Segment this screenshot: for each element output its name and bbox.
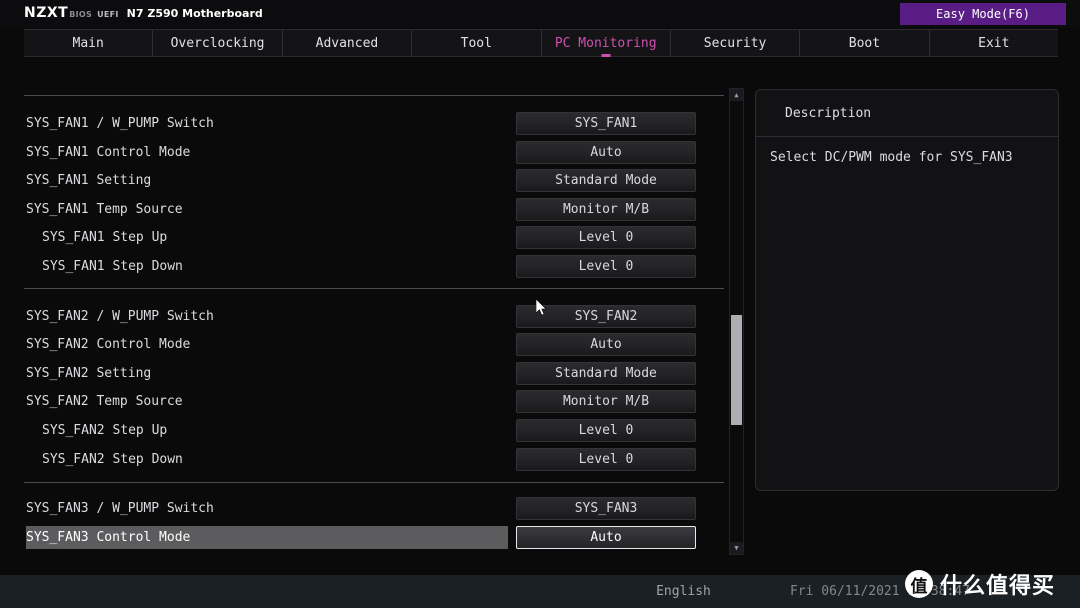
- settings-row[interactable]: SYS_FAN2 Setting Standard Mode: [0, 360, 725, 387]
- triangle-up-icon[interactable]: ▲: [730, 89, 743, 101]
- watermark-text: 什么值得买: [940, 574, 1056, 599]
- settings-row[interactable]: SYS_FAN1 Step Up Level 0: [0, 224, 725, 251]
- brand-logo: NZXT BIOS UEFI N7 Z590 Motherboard: [24, 5, 263, 21]
- tab-security[interactable]: Security: [671, 30, 801, 56]
- section-divider-bottom: [24, 482, 724, 483]
- settings-row[interactable]: SYS_FAN2 / W_PUMP Switch SYS_FAN2: [0, 303, 725, 330]
- description-text: Select DC/PWM mode for SYS_FAN3: [770, 150, 1013, 165]
- main-tab-bar: Main Overclocking Advanced Tool PC Monitorin…: [24, 29, 1058, 57]
- tab-label: Main: [72, 35, 104, 51]
- tab-tool[interactable]: Tool: [412, 30, 542, 56]
- brand-uefi-text: UEFI: [97, 10, 119, 19]
- watermark-badge-icon: 值: [905, 570, 933, 598]
- section-divider-mid: [24, 288, 724, 289]
- active-tab-marker: [601, 54, 611, 57]
- mouse-cursor-icon: [536, 299, 547, 316]
- setting-label: SYS_FAN2 Setting: [26, 365, 152, 381]
- settings-row[interactable]: SYS_FAN2 Control Mode Auto: [0, 331, 725, 358]
- setting-value-dropdown[interactable]: Level 0: [516, 255, 696, 278]
- settings-row[interactable]: SYS_FAN1 Control Mode Auto: [0, 139, 725, 166]
- description-panel: Description Select DC/PWM mode for SYS_F…: [755, 89, 1059, 491]
- brand-nzxt-text: NZXT: [24, 5, 69, 21]
- setting-value-dropdown[interactable]: Level 0: [516, 226, 696, 250]
- setting-value-dropdown[interactable]: SYS_FAN3: [516, 497, 696, 521]
- settings-row[interactable]: SYS_FAN2 Step Up Level 0: [0, 417, 725, 444]
- tab-boot[interactable]: Boot: [800, 30, 930, 56]
- tab-overclocking[interactable]: Overclocking: [153, 30, 283, 56]
- tab-label: PC Monitoring: [554, 35, 657, 51]
- setting-value-dropdown[interactable]: SYS_FAN1: [516, 112, 696, 135]
- title-bar: NZXT BIOS UEFI N7 Z590 Motherboard Easy …: [0, 0, 1080, 28]
- setting-value-dropdown[interactable]: Auto: [516, 333, 696, 357]
- settings-row[interactable]: SYS_FAN2 Step Down Level 0: [0, 446, 725, 473]
- tab-main[interactable]: Main: [24, 30, 154, 56]
- setting-value-dropdown[interactable]: Auto: [516, 525, 696, 549]
- settings-list-pane: SYS_FAN1 / W_PUMP Switch SYS_FAN1 SYS_FAN1…: [0, 86, 745, 558]
- easy-mode-button[interactable]: Easy Mode(F6): [900, 3, 1066, 25]
- settings-row[interactable]: SYS_FAN1 / W_PUMP Switch SYS_FAN1: [0, 110, 725, 137]
- section-divider-top: [24, 95, 724, 96]
- tab-label: Tool: [460, 35, 492, 51]
- settings-row[interactable]: SYS_FAN2 Temp Source Monitor M/B: [0, 388, 725, 415]
- tab-label: Security: [703, 35, 767, 51]
- settings-row[interactable]: SYS_FAN1 Temp Source Monitor M/B: [0, 196, 725, 223]
- setting-value-dropdown[interactable]: Auto: [516, 140, 696, 164]
- brand-bios-text: BIOS: [69, 10, 93, 19]
- language-selector[interactable]: English: [636, 579, 731, 604]
- list-scrollbar[interactable]: ▲ ▼: [729, 88, 744, 555]
- tab-label: Overclocking: [170, 35, 265, 51]
- setting-value-dropdown[interactable]: Standard Mode: [516, 361, 696, 385]
- tab-advanced[interactable]: Advanced: [283, 30, 413, 56]
- setting-label: SYS_FAN1 Setting: [26, 173, 152, 189]
- setting-label: SYS_FAN1 / W_PUMP Switch: [26, 116, 214, 131]
- setting-value-dropdown[interactable]: Level 0: [516, 419, 696, 442]
- setting-value-dropdown[interactable]: Monitor M/B: [516, 390, 696, 414]
- setting-label: SYS_FAN3 / W_PUMP Switch: [26, 501, 214, 517]
- description-header: Description: [756, 90, 1058, 137]
- motherboard-model-text: N7 Z590 Motherboard: [126, 7, 263, 20]
- settings-row[interactable]: SYS_FAN3 / W_PUMP Switch SYS_FAN3: [0, 495, 725, 522]
- setting-label: SYS_FAN1 Step Up: [42, 230, 168, 246]
- description-title: Description: [785, 105, 872, 121]
- setting-label: SYS_FAN2 Control Mode: [26, 337, 191, 353]
- setting-label: SYS_FAN3 Control Mode: [26, 529, 191, 545]
- setting-label: SYS_FAN1 Temp Source: [26, 201, 183, 217]
- setting-label: SYS_FAN2 Temp Source: [26, 394, 183, 410]
- scrollbar-thumb[interactable]: [731, 315, 742, 425]
- setting-label: SYS_FAN2 Step Up: [42, 423, 168, 438]
- setting-label: SYS_FAN2 Step Down: [42, 451, 183, 467]
- setting-value-dropdown[interactable]: Monitor M/B: [516, 197, 696, 221]
- setting-label: SYS_FAN2 / W_PUMP Switch: [26, 308, 214, 324]
- watermark: 值 什么值得买: [905, 568, 1055, 600]
- triangle-down-icon[interactable]: ▼: [730, 542, 743, 554]
- settings-row[interactable]: SYS_FAN3 Control Mode Auto: [0, 524, 725, 551]
- setting-label: SYS_FAN1 Step Down: [42, 259, 183, 274]
- bios-screen: NZXT BIOS UEFI N7 Z590 Motherboard Easy …: [0, 0, 1080, 608]
- settings-row[interactable]: SYS_FAN1 Step Down Level 0: [0, 253, 725, 280]
- setting-value-dropdown[interactable]: Level 0: [516, 447, 696, 471]
- settings-row[interactable]: SYS_FAN1 Setting Standard Mode: [0, 167, 725, 194]
- tab-label: Boot: [848, 35, 881, 51]
- tab-pc-monitoring[interactable]: PC Monitoring: [542, 30, 671, 57]
- tab-exit[interactable]: Exit: [930, 30, 1058, 56]
- setting-value-dropdown[interactable]: Standard Mode: [516, 169, 696, 193]
- setting-label: SYS_FAN1 Control Mode: [26, 144, 191, 160]
- tab-label: Advanced: [315, 35, 379, 51]
- tab-label: Exit: [978, 35, 1010, 51]
